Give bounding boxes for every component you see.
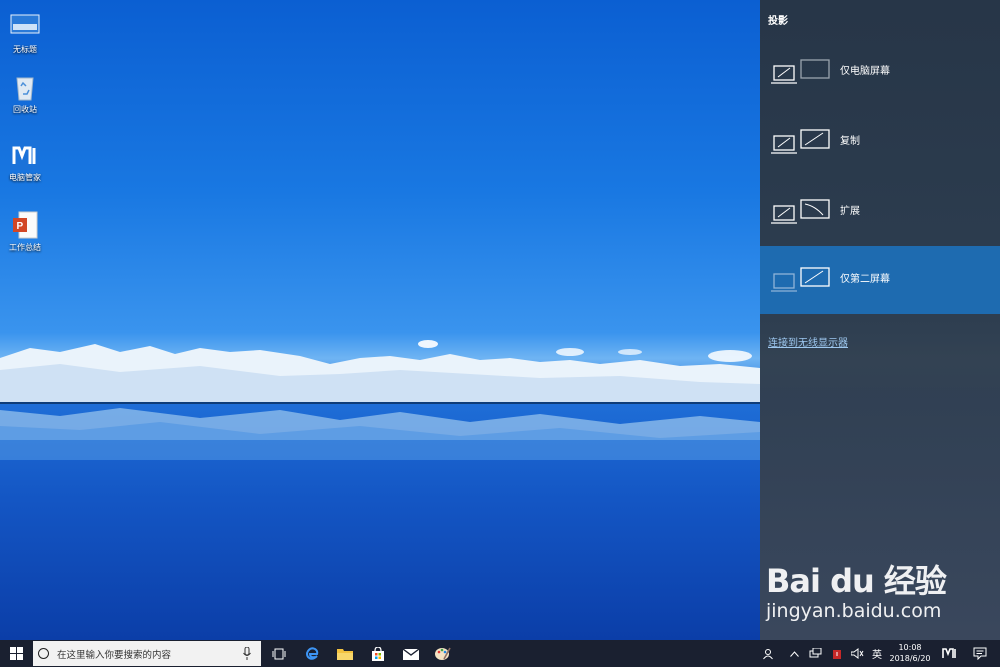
option-label: 仅第二屏幕: [840, 274, 890, 285]
option-label: 扩展: [840, 206, 860, 217]
image-file-icon: [10, 12, 40, 42]
paint-button[interactable]: [430, 640, 456, 667]
svg-text:P: P: [17, 221, 24, 232]
cortana-icon: [38, 648, 49, 659]
network-button[interactable]: [806, 640, 824, 667]
option-extend[interactable]: 扩展: [760, 178, 1000, 246]
desktop-icon-recycle-bin[interactable]: 回收站: [0, 72, 55, 115]
pc-manager-tray-icon: [942, 648, 956, 658]
desktop-icon-pc-manager[interactable]: 电脑管家: [0, 140, 55, 183]
volume-button[interactable]: [848, 640, 866, 667]
edge-button[interactable]: [299, 640, 325, 667]
file-explorer-icon: [337, 649, 353, 660]
watermark-logo: Bai du 经验: [766, 562, 947, 600]
second-screen-only-icon: [770, 266, 832, 296]
store-button[interactable]: [365, 640, 391, 667]
taskbar: 在这里输入你要搜索的内容 英 10:08 2018/6/20: [0, 640, 1000, 667]
chevron-up-icon: [789, 650, 799, 657]
connect-wireless-display-link[interactable]: 连接到无线显示器: [768, 334, 848, 349]
desktop-icon-work-summary[interactable]: P 工作总结: [0, 210, 55, 253]
watermark-url: jingyan.baidu.com: [766, 600, 942, 622]
option-pc-screen-only[interactable]: 仅电脑屏幕: [760, 38, 1000, 106]
notification-icon: [973, 647, 987, 660]
pc-screen-only-icon: [770, 58, 832, 88]
people-button[interactable]: [760, 640, 778, 667]
powerpoint-file-icon: P: [10, 210, 40, 240]
search-placeholder: 在这里输入你要搜索的内容: [57, 649, 172, 661]
microphone-icon[interactable]: [243, 647, 251, 660]
start-button[interactable]: [0, 640, 32, 667]
show-hidden-icons-button[interactable]: [787, 640, 801, 667]
panel-title: 投影: [768, 16, 788, 27]
clock-date: 2018/6/20: [889, 654, 931, 663]
windows-logo-icon: [9, 647, 23, 660]
paint-icon: [435, 647, 451, 660]
recycle-bin-icon: [10, 72, 40, 102]
edge-icon: [306, 646, 319, 660]
option-second-screen-only[interactable]: 仅第二屏幕: [760, 246, 1000, 314]
clock-time: 10:08: [898, 643, 922, 652]
option-label: 仅电脑屏幕: [840, 66, 890, 77]
clock[interactable]: 10:08 2018/6/20: [885, 642, 935, 664]
project-panel: 投影 仅电脑屏幕 复制 扩展 仅第二屏幕 连接到无线显示器: [760, 0, 1000, 640]
security-alert-button[interactable]: [828, 640, 846, 667]
pc-manager-icon: [10, 140, 40, 170]
taskbar-search-box[interactable]: 在这里输入你要搜索的内容: [33, 641, 261, 666]
store-icon: [372, 646, 384, 661]
task-view-button[interactable]: [266, 640, 292, 667]
people-icon: [763, 648, 773, 659]
pc-manager-tray-button[interactable]: [938, 640, 960, 667]
input-language-indicator[interactable]: 英: [868, 640, 886, 667]
mail-icon: [403, 647, 419, 660]
task-view-icon: [272, 648, 286, 659]
action-center-button[interactable]: [966, 640, 994, 667]
volume-icon: [850, 648, 863, 659]
security-alert-icon: [833, 649, 841, 659]
file-explorer-button[interactable]: [332, 640, 358, 667]
option-duplicate[interactable]: 复制: [760, 108, 1000, 176]
duplicate-icon: [770, 128, 832, 158]
desktop-icon-untitled[interactable]: 无标题: [0, 12, 55, 55]
baidu-jingyan-watermark: Bai du 经验 jingyan.baidu.com: [766, 556, 996, 622]
mail-button[interactable]: [398, 640, 424, 667]
extend-icon: [770, 198, 832, 228]
network-icon: [809, 648, 821, 658]
option-label: 复制: [840, 136, 860, 147]
